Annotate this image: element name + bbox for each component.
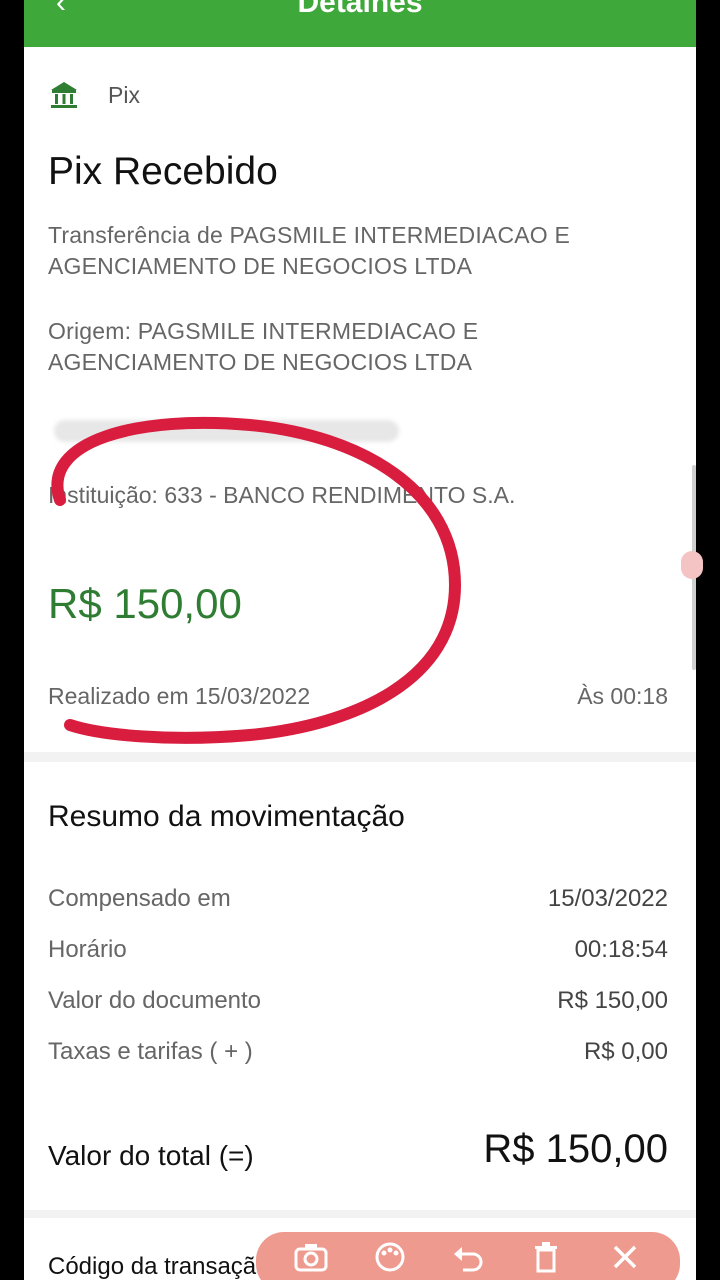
summary-row: Horário 00:18:54	[48, 936, 668, 987]
undo-icon[interactable]	[448, 1237, 488, 1277]
palette-icon[interactable]	[370, 1237, 410, 1277]
annotation-toolbar	[256, 1232, 680, 1280]
total-label: Valor do total (=)	[48, 1140, 254, 1171]
transaction-title: Pix Recebido	[48, 150, 278, 193]
section-divider	[24, 752, 696, 762]
origin-description: Origem: PAGSMILE INTERMEDIACAO E AGENCIA…	[48, 318, 479, 375]
summary-row: Taxas e tarifas ( + ) R$ 0,00	[48, 1038, 668, 1089]
blurred-account-info	[54, 420, 399, 442]
top-app-bar: ‹ Detalhes	[24, 0, 696, 47]
total-value: R$ 150,00	[483, 1127, 668, 1171]
transfer-description: Transferência de PAGSMILE INTERMEDIACAO …	[48, 222, 571, 279]
summary-row: Valor do documento R$ 150,00	[48, 987, 668, 1038]
camera-icon[interactable]	[291, 1237, 331, 1277]
summary-row-label: Taxas e tarifas ( + )	[48, 1038, 253, 1065]
realized-date: Realizado em 15/03/2022	[48, 683, 311, 709]
close-icon[interactable]	[605, 1237, 645, 1277]
bank-icon	[51, 82, 77, 108]
summary-table: Compensado em 15/03/2022 Horário 00:18:5…	[48, 885, 668, 1089]
summary-row-label: Valor do documento	[48, 987, 262, 1014]
section-divider	[24, 1210, 696, 1218]
summary-row-label: Horário	[48, 936, 127, 963]
summary-row-value: 15/03/2022	[547, 885, 668, 912]
scroll-handle[interactable]	[681, 551, 703, 579]
summary-title: Resumo da movimentação	[48, 800, 405, 833]
breadcrumb-label: Pix	[108, 81, 140, 108]
trash-icon[interactable]	[526, 1237, 566, 1277]
summary-row-value: R$ 0,00	[583, 1038, 668, 1065]
summary-row-value: 00:18:54	[574, 936, 668, 963]
phone-screen: ‹ Detalhes Pix Pix Recebido Transferênci…	[24, 0, 696, 1280]
page-title: Detalhes	[297, 0, 423, 19]
breadcrumb: Pix	[48, 79, 140, 111]
institution-info: Instituição: 633 - BANCO RENDIMENTO S.A.	[48, 482, 516, 508]
summary-row-label: Compensado em	[48, 885, 231, 912]
summary-row: Compensado em 15/03/2022	[48, 885, 668, 936]
realized-time: Às 00:18	[577, 683, 668, 709]
summary-row-value: R$ 150,00	[557, 987, 668, 1014]
transaction-amount: R$ 150,00	[48, 580, 242, 627]
transaction-code-label: Código da transação	[48, 1253, 270, 1280]
